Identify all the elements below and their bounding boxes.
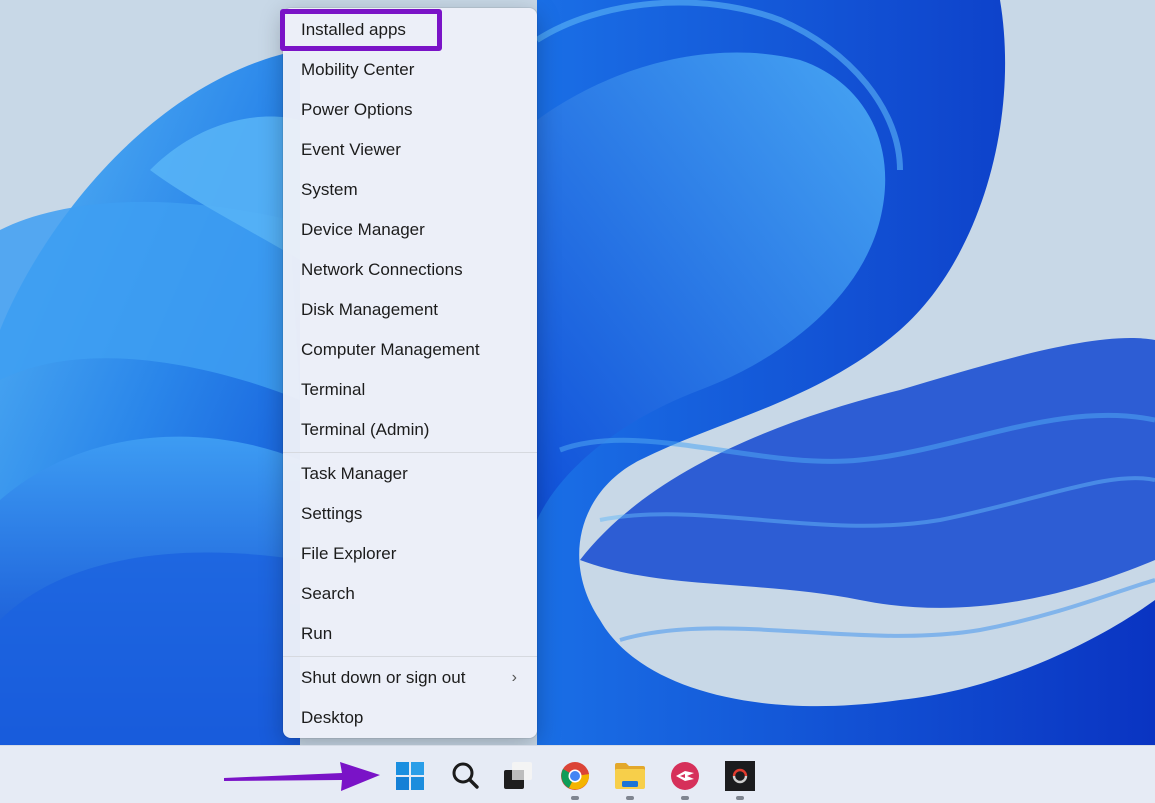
menu-item-computer-management[interactable]: Computer Management bbox=[283, 330, 537, 370]
chevron-right-icon: › bbox=[511, 669, 517, 686]
menu-item-mobility-center[interactable]: Mobility Center bbox=[283, 50, 537, 90]
menu-item-device-manager[interactable]: Device Manager bbox=[283, 210, 537, 250]
menu-item-terminal-admin[interactable]: Terminal (Admin) bbox=[283, 410, 537, 450]
menu-item-label: Disk Management bbox=[301, 300, 439, 319]
start-button[interactable] bbox=[394, 760, 426, 792]
menu-item-settings[interactable]: Settings bbox=[283, 494, 537, 534]
screen-recorder-button[interactable] bbox=[724, 760, 756, 792]
menu-item-shut-down-or-sign-out[interactable]: Shut down or sign out › bbox=[283, 658, 537, 698]
menu-item-disk-management[interactable]: Disk Management bbox=[283, 290, 537, 330]
recorder-icon bbox=[725, 761, 755, 791]
menu-item-label: Terminal bbox=[301, 380, 366, 399]
menu-item-label: Power Options bbox=[301, 100, 413, 119]
desktop-wallpaper bbox=[0, 0, 1155, 745]
menu-item-desktop[interactable]: Desktop bbox=[283, 698, 537, 738]
menu-item-label: Device Manager bbox=[301, 220, 425, 239]
menu-item-label: Network Connections bbox=[301, 260, 463, 279]
menu-item-event-viewer[interactable]: Event Viewer bbox=[283, 130, 537, 170]
search-icon bbox=[452, 762, 479, 789]
running-indicator bbox=[736, 796, 744, 800]
search-button[interactable] bbox=[449, 760, 481, 792]
taskbar bbox=[0, 745, 1155, 803]
menu-separator bbox=[283, 452, 537, 453]
folder-icon bbox=[615, 763, 645, 789]
menu-item-label: Terminal (Admin) bbox=[301, 420, 430, 439]
menu-item-label: Shut down or sign out bbox=[301, 668, 466, 687]
menu-item-task-manager[interactable]: Task Manager bbox=[283, 454, 537, 494]
bloom-graphic bbox=[0, 0, 1155, 745]
quick-link-menu: Installed apps Mobility Center Power Opt… bbox=[283, 8, 537, 738]
menu-item-label: System bbox=[301, 180, 358, 199]
menu-item-network-connections[interactable]: Network Connections bbox=[283, 250, 537, 290]
skitch-icon bbox=[671, 762, 699, 790]
windows-logo-icon bbox=[396, 762, 424, 790]
menu-item-run[interactable]: Run bbox=[283, 614, 537, 654]
menu-item-power-options[interactable]: Power Options bbox=[283, 90, 537, 130]
menu-item-label: Event Viewer bbox=[301, 140, 401, 159]
menu-item-label: Installed apps bbox=[301, 20, 406, 39]
chrome-icon bbox=[561, 762, 590, 790]
menu-item-file-explorer[interactable]: File Explorer bbox=[283, 534, 537, 574]
running-indicator bbox=[626, 796, 634, 800]
menu-item-system[interactable]: System bbox=[283, 170, 537, 210]
menu-item-label: Mobility Center bbox=[301, 60, 415, 79]
task-view-button[interactable] bbox=[502, 760, 534, 792]
menu-item-label: Task Manager bbox=[301, 464, 408, 483]
menu-item-label: Computer Management bbox=[301, 340, 480, 359]
running-indicator bbox=[681, 796, 689, 800]
file-explorer-button[interactable] bbox=[614, 760, 646, 792]
menu-item-label: Run bbox=[301, 624, 333, 643]
menu-item-terminal[interactable]: Terminal bbox=[283, 370, 537, 410]
menu-item-search[interactable]: Search bbox=[283, 574, 537, 614]
menu-separator bbox=[283, 656, 537, 657]
menu-item-label: Settings bbox=[301, 504, 363, 523]
running-indicator bbox=[571, 796, 579, 800]
menu-item-label: File Explorer bbox=[301, 544, 397, 563]
menu-item-installed-apps[interactable]: Installed apps bbox=[283, 10, 537, 50]
task-view-icon bbox=[504, 762, 532, 789]
menu-item-label: Search bbox=[301, 584, 355, 603]
menu-item-label: Desktop bbox=[301, 708, 364, 727]
skitch-button[interactable] bbox=[669, 760, 701, 792]
annotation-arrow-icon bbox=[224, 762, 380, 791]
chrome-button[interactable] bbox=[559, 760, 591, 792]
